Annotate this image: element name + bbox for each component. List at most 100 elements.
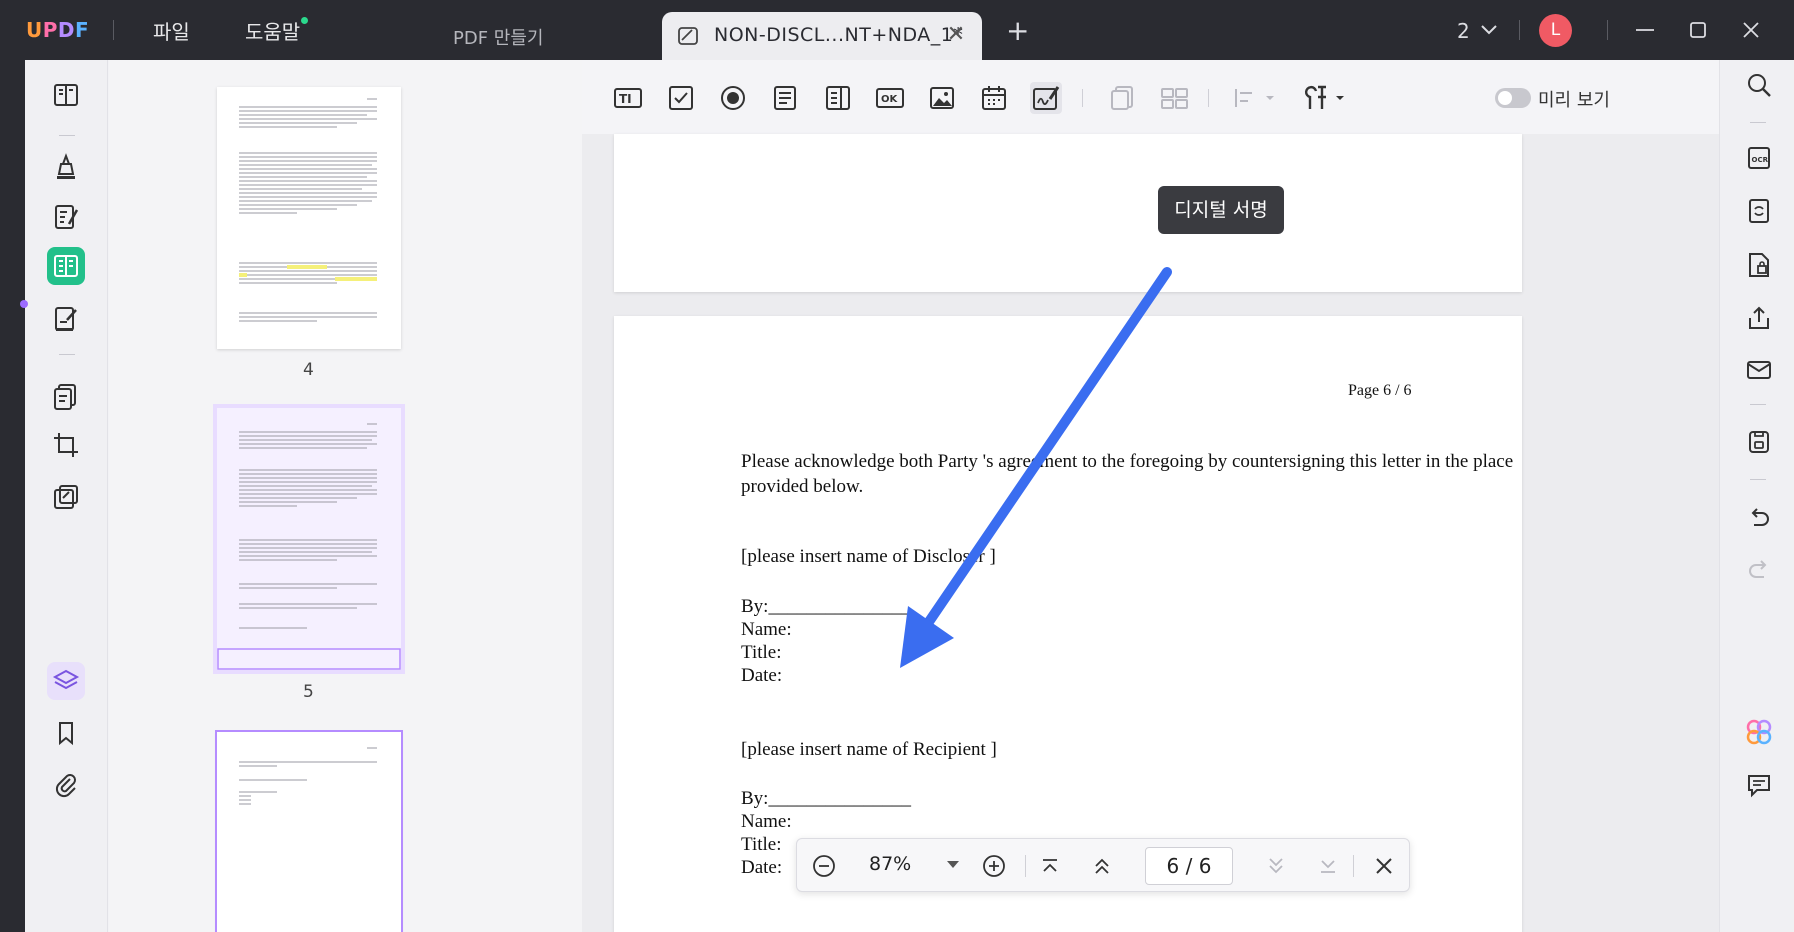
maximize-icon[interactable] <box>1684 16 1712 44</box>
attachment-icon[interactable] <box>47 766 85 804</box>
discloser-title: Title: <box>741 642 782 663</box>
page-thumbnail-4[interactable] <box>217 87 401 349</box>
page-thumbnail-6[interactable] <box>215 730 403 932</box>
left-toolbar <box>20 60 108 932</box>
image-field-icon[interactable] <box>926 82 958 114</box>
page-thumbnail-5[interactable] <box>213 404 405 674</box>
highlight-comment-icon[interactable] <box>47 148 85 186</box>
updf-logo[interactable]: UPDF <box>26 18 89 42</box>
thumbnail-panel: 4 5 <box>109 60 582 932</box>
close-tab-icon[interactable]: ✕ <box>944 23 968 47</box>
zoom-level[interactable]: 87% <box>869 853 911 875</box>
close-nav-icon[interactable] <box>1369 851 1399 881</box>
email-icon[interactable] <box>1744 355 1774 385</box>
previous-page-icon[interactable] <box>1087 851 1117 881</box>
pdf-page-5-bottom <box>614 134 1522 292</box>
right-toolbar: OCR <box>1719 60 1794 932</box>
new-badge-dot <box>301 17 308 24</box>
recipient-name: Name: <box>741 811 792 832</box>
reader-icon[interactable] <box>47 76 85 114</box>
digital-signature-icon[interactable] <box>1030 82 1062 114</box>
radio-button-icon[interactable] <box>717 82 749 114</box>
add-tab-icon[interactable]: + <box>1006 17 1029 45</box>
layers-icon[interactable] <box>47 662 85 700</box>
toolbar-divider <box>1750 479 1766 480</box>
prepare-form-icon[interactable] <box>47 247 85 285</box>
comment-icon[interactable] <box>1744 770 1774 800</box>
bookmark-icon[interactable] <box>47 714 85 752</box>
zoom-dropdown-icon[interactable] <box>947 861 959 868</box>
discloser-by: By:_______________ <box>741 596 911 617</box>
edit-pdf-icon[interactable] <box>47 198 85 236</box>
toolbar-divider <box>1750 122 1766 123</box>
tab-create-pdf[interactable]: PDF 만들기 <box>453 24 543 50</box>
text-field-icon[interactable]: TI <box>612 82 644 114</box>
share-icon[interactable] <box>1744 303 1774 333</box>
convert-icon[interactable] <box>1744 196 1774 226</box>
preview-toggle[interactable] <box>1495 88 1531 108</box>
digital-signature-tooltip: 디지털 서명 <box>1158 186 1284 234</box>
active-mode-dot <box>20 300 28 308</box>
recipient-date: Date: <box>741 857 783 878</box>
chevron-down-icon[interactable] <box>1478 18 1500 40</box>
next-page-icon[interactable] <box>1261 851 1291 881</box>
nav-divider <box>1025 855 1026 877</box>
search-icon[interactable] <box>1744 70 1774 100</box>
discloser-name: Name: <box>741 619 792 640</box>
tab-count[interactable]: 2 <box>1457 19 1470 43</box>
page-number-5: 5 <box>303 682 314 702</box>
ocr-icon[interactable]: OCR <box>1744 143 1774 173</box>
recipient-title: Title: <box>741 834 782 855</box>
ai-assistant-icon[interactable] <box>1744 717 1774 747</box>
dropdown-icon[interactable] <box>822 82 854 114</box>
svg-text:OK: OK <box>881 94 899 105</box>
fill-sign-icon[interactable] <box>47 300 85 338</box>
close-window-icon[interactable] <box>1737 16 1765 44</box>
field-properties-icon[interactable] <box>1302 82 1352 114</box>
title-separator <box>1607 20 1608 40</box>
minimize-icon[interactable] <box>1631 16 1659 44</box>
toolbar-divider <box>1208 89 1209 107</box>
title-bar: UPDF 파일 도움말 PDF 만들기 NON-DISCL...NT+NDA_1… <box>0 0 1794 60</box>
toolbar-divider <box>59 135 75 136</box>
menu-help[interactable]: 도움말 <box>245 16 300 45</box>
title-separator <box>113 20 114 40</box>
list-box-icon[interactable] <box>769 82 801 114</box>
main-window: 4 5 TI OK 미리 보기 Page 6 / 6 Please acknow… <box>20 60 1794 932</box>
align-icon[interactable] <box>1230 82 1280 114</box>
page-number-4: 4 <box>303 360 314 380</box>
protect-icon[interactable] <box>1744 250 1774 280</box>
save-icon[interactable] <box>1744 427 1774 457</box>
avatar[interactable]: L <box>1539 14 1572 47</box>
svg-text:OCR: OCR <box>1752 156 1769 164</box>
tab-active-document[interactable]: NON-DISCL...NT+NDA_1* ✕ <box>662 12 982 60</box>
duplicate-field-icon[interactable] <box>1106 82 1138 114</box>
organize-pages-icon[interactable] <box>47 377 85 415</box>
checkbox-icon[interactable] <box>665 82 697 114</box>
discloser-placeholder: [please insert name of Discloser ] <box>741 546 996 567</box>
last-page-icon[interactable] <box>1313 851 1343 881</box>
page-label: Page 6 / 6 <box>1348 382 1412 399</box>
recipient-placeholder: [please insert name of Recipient ] <box>741 739 997 760</box>
page-indicator[interactable]: 6 / 6 <box>1145 847 1233 885</box>
recipient-by: By:_______________ <box>741 788 911 809</box>
grid-layout-icon[interactable] <box>1158 82 1190 114</box>
document-area: TI OK 미리 보기 Page 6 / 6 Please acknowledg… <box>582 60 1719 932</box>
tab-title: NON-DISCL...NT+NDA_1* <box>714 24 964 46</box>
date-field-icon[interactable] <box>978 82 1010 114</box>
nav-divider <box>1353 855 1354 877</box>
button-field-icon[interactable]: OK <box>874 82 906 114</box>
ack-text-line-1: Please acknowledge both Party 's agreeme… <box>741 451 1514 472</box>
toolbar-divider <box>59 354 75 355</box>
title-separator <box>1519 20 1520 40</box>
toolbar-divider <box>1750 404 1766 405</box>
first-page-icon[interactable] <box>1035 851 1065 881</box>
zoom-in-icon[interactable] <box>979 851 1009 881</box>
undo-icon[interactable] <box>1744 503 1774 533</box>
menu-file[interactable]: 파일 <box>153 16 190 45</box>
zoom-out-icon[interactable] <box>809 851 839 881</box>
crop-pages-icon[interactable] <box>47 426 85 464</box>
tools-icon[interactable] <box>47 478 85 516</box>
redo-icon[interactable] <box>1744 555 1774 585</box>
page-navigation-bar: 87% 6 / 6 <box>796 838 1410 892</box>
